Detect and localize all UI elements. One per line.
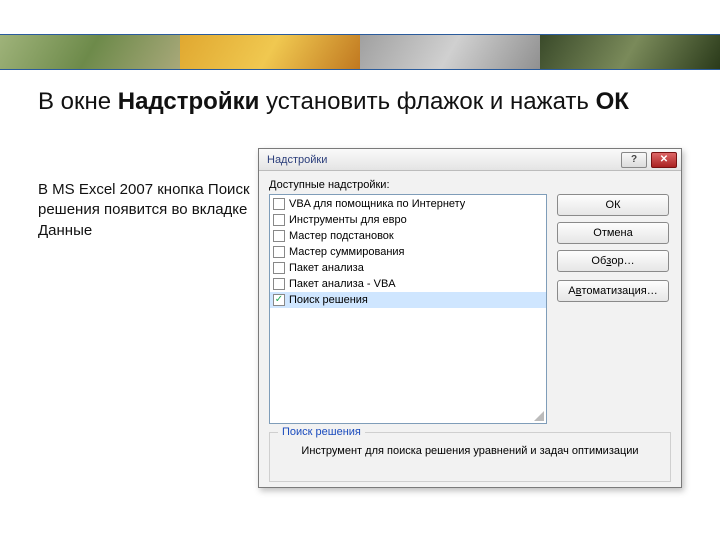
list-item[interactable]: VBA для помощника по Интернету: [270, 196, 546, 212]
available-addins-label: Доступные надстройки:: [269, 179, 671, 191]
checkbox[interactable]: [273, 198, 285, 210]
checkbox[interactable]: [273, 230, 285, 242]
close-button[interactable]: ✕: [651, 152, 677, 168]
slide-subtitle: В MS Excel 2007 кнопка Поиск решения поя…: [38, 180, 253, 241]
list-item-label: Пакет анализа: [289, 262, 364, 274]
groupbox-legend: Поиск решения: [278, 426, 365, 438]
list-item-label: Поиск решения: [289, 294, 368, 306]
checkbox[interactable]: [273, 246, 285, 258]
help-button[interactable]: ?: [621, 152, 647, 168]
checkbox[interactable]: [273, 262, 285, 274]
list-item-label: Мастер суммирования: [289, 246, 405, 258]
ok-button[interactable]: ОК: [557, 194, 669, 216]
decorative-banner: [0, 34, 720, 70]
title-bold-1: Надстройки: [118, 88, 260, 115]
list-item-label: Инструменты для евро: [289, 214, 407, 226]
list-item-label: Пакет анализа - VBA: [289, 278, 396, 290]
title-text: В окне: [38, 88, 118, 115]
browse-button[interactable]: Обзор…: [557, 250, 669, 272]
slide-title: В окне Надстройки установить флажок и на…: [38, 86, 680, 118]
resize-grip-icon: [534, 411, 544, 421]
list-item[interactable]: Инструменты для евро: [270, 212, 546, 228]
checkbox[interactable]: [273, 214, 285, 226]
automation-button[interactable]: Автоматизация…: [557, 280, 669, 302]
dialog-title: Надстройки: [267, 154, 617, 166]
addins-dialog: Надстройки ? ✕ Доступные надстройки: VBA…: [258, 148, 682, 488]
description-groupbox: Поиск решения Инструмент для поиска реше…: [269, 432, 671, 482]
list-item-label: Мастер подстановок: [289, 230, 394, 242]
list-item[interactable]: Мастер подстановок: [270, 228, 546, 244]
list-item-label: VBA для помощника по Интернету: [289, 198, 465, 210]
groupbox-text: Инструмент для поиска решения уравнений …: [278, 441, 662, 457]
list-item[interactable]: ✓ Поиск решения: [270, 292, 546, 308]
list-item[interactable]: Пакет анализа: [270, 260, 546, 276]
list-item[interactable]: Пакет анализа - VBA: [270, 276, 546, 292]
checkbox[interactable]: [273, 278, 285, 290]
list-item[interactable]: Мастер суммирования: [270, 244, 546, 260]
checkbox[interactable]: ✓: [273, 294, 285, 306]
addins-listbox[interactable]: VBA для помощника по Интернету Инструмент…: [269, 194, 547, 424]
title-text-2: установить флажок и нажать: [259, 88, 595, 115]
cancel-button[interactable]: Отмена: [557, 222, 669, 244]
title-bold-2: ОК: [596, 88, 629, 115]
titlebar[interactable]: Надстройки ? ✕: [259, 149, 681, 171]
